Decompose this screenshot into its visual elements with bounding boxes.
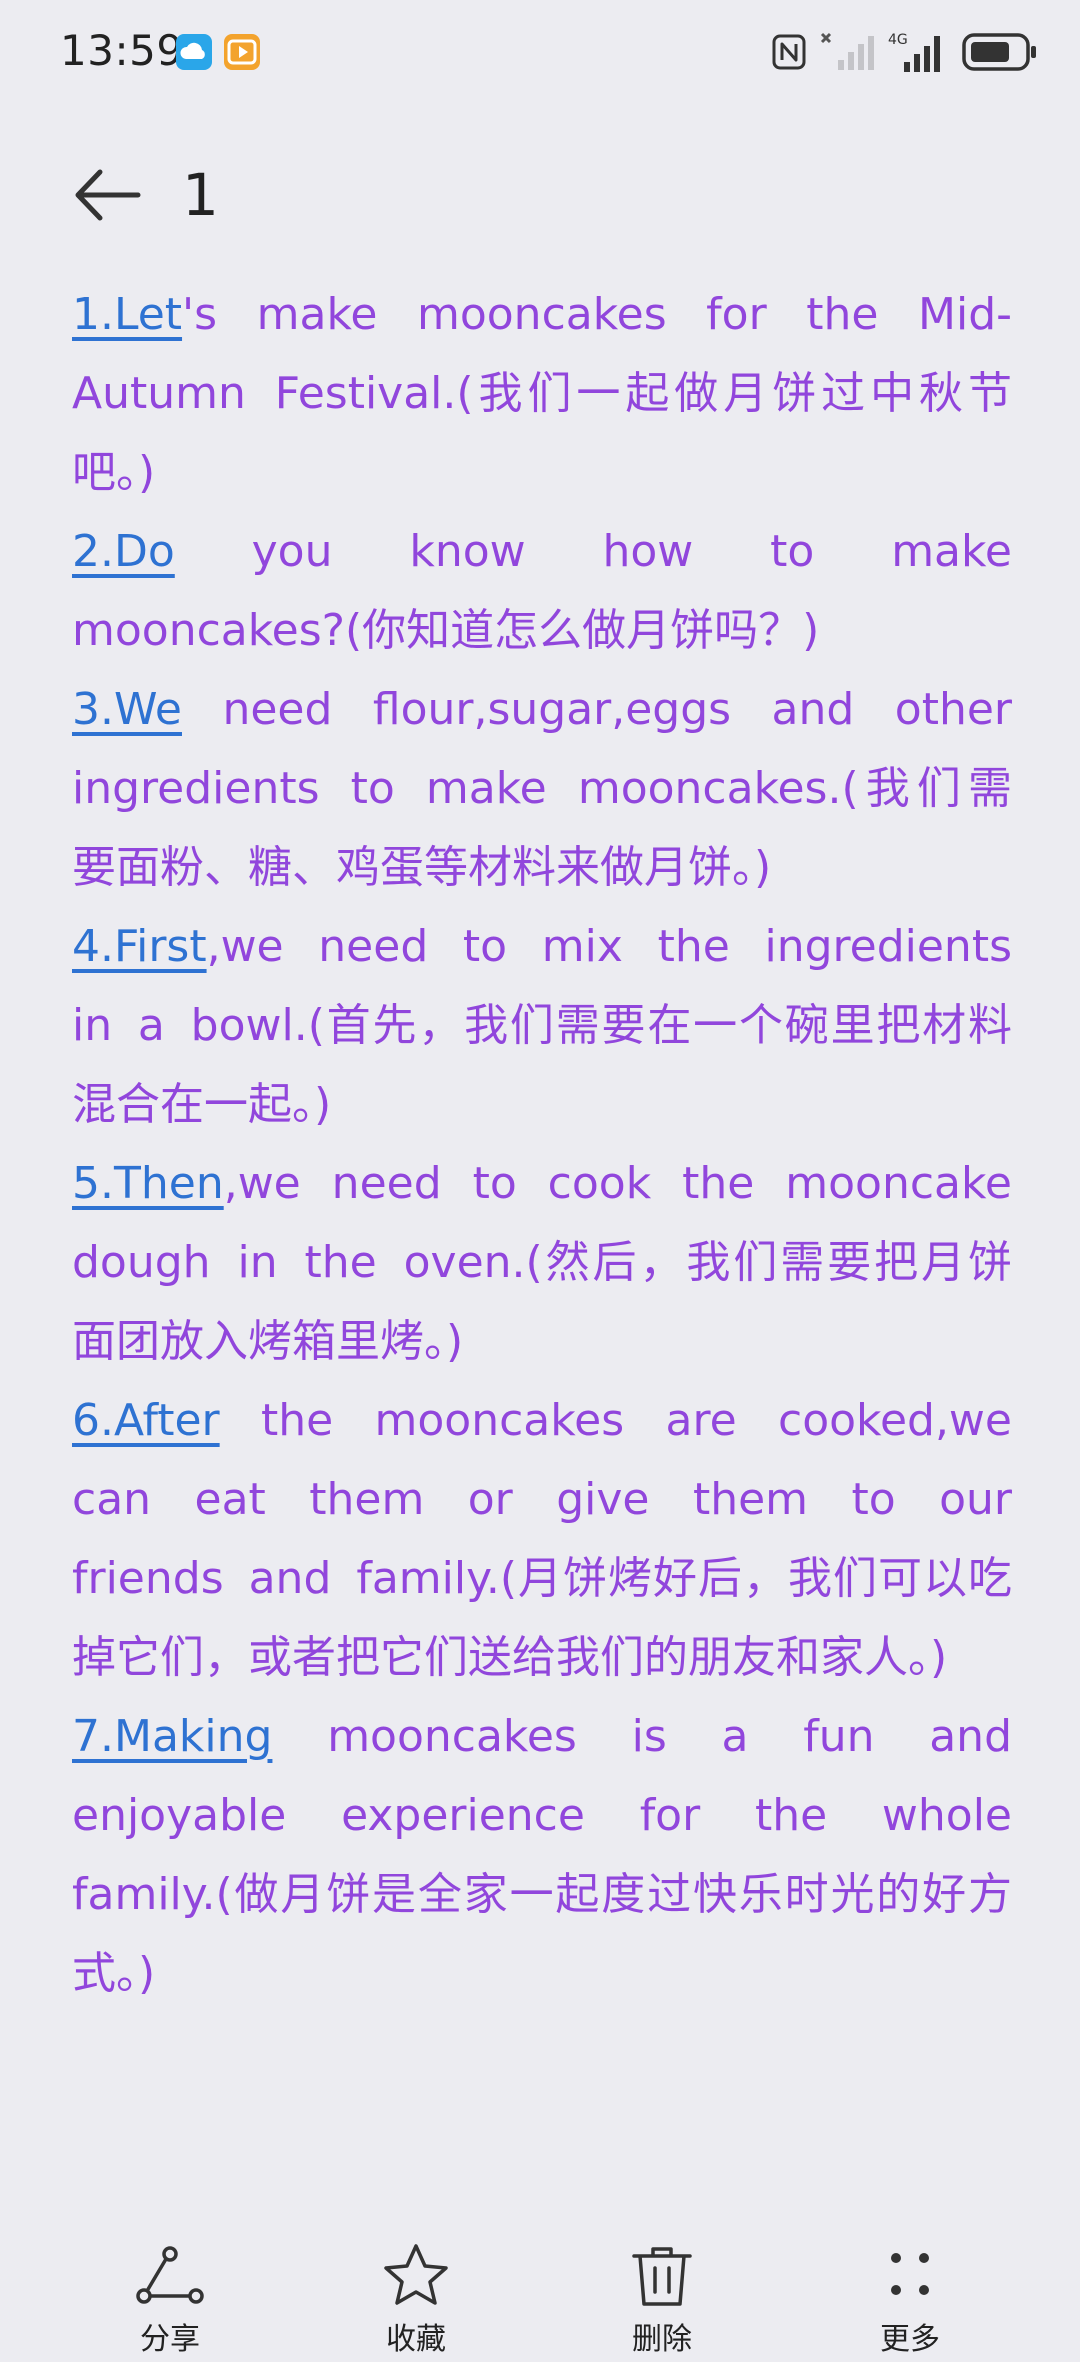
share-button[interactable]: 分享 bbox=[90, 2240, 250, 2360]
sentence-link[interactable]: 2.Do bbox=[72, 526, 175, 577]
sentence-2: 2.Do you know how to make mooncakes?(你知道… bbox=[72, 512, 1012, 670]
share-icon bbox=[136, 2246, 204, 2304]
favorite-button[interactable]: 收藏 bbox=[336, 2240, 496, 2360]
sentence-1: 1.Let's make mooncakes for the Mid-Autum… bbox=[72, 275, 1012, 512]
sentence-text: need flour,sugar,eggs and other ingredie… bbox=[72, 684, 1012, 893]
header: 1 bbox=[0, 140, 1080, 250]
sentence-6: 6.After the mooncakes are cooked,we can … bbox=[72, 1381, 1012, 1697]
delete-label: 删除 bbox=[632, 2322, 692, 2357]
sentence-link[interactable]: 4.First bbox=[72, 921, 207, 972]
more-dots-icon bbox=[891, 2253, 929, 2295]
sentence-text: ,we need to mix the ingredients in a bow… bbox=[72, 921, 1012, 1130]
sentence-link[interactable]: 6.After bbox=[72, 1395, 220, 1446]
star-icon bbox=[384, 2244, 448, 2305]
more-button[interactable]: 更多 bbox=[830, 2240, 990, 2360]
delete-button[interactable]: 删除 bbox=[582, 2240, 742, 2360]
sentence-5: 5.Then,we need to cook the mooncake doug… bbox=[72, 1144, 1012, 1381]
nfc-icon bbox=[772, 34, 806, 70]
sentence-link[interactable]: 1.Let bbox=[72, 289, 182, 340]
back-button[interactable] bbox=[70, 158, 144, 232]
cellular-signal-icon: 4G bbox=[888, 32, 940, 72]
sentence-3: 3.We need flour,sugar,eggs and other ing… bbox=[72, 670, 1012, 907]
bottom-toolbar: 分享 收藏 删除 更多 bbox=[0, 2230, 1080, 2362]
share-label: 分享 bbox=[140, 2322, 200, 2357]
video-app-icon bbox=[224, 34, 260, 70]
back-arrow-icon bbox=[75, 169, 141, 221]
sentence-7: 7.Making mooncakes is a fun and enjoyabl… bbox=[72, 1697, 1012, 2013]
sentence-link[interactable]: 7.Making bbox=[72, 1711, 272, 1762]
more-label: 更多 bbox=[880, 2322, 940, 2357]
no-signal-sim1-icon bbox=[820, 32, 874, 70]
favorite-label: 收藏 bbox=[386, 2322, 446, 2357]
status-bar: 13:59 4G bbox=[0, 0, 1080, 104]
sentence-link[interactable]: 3.We bbox=[72, 684, 182, 735]
sentence-text: you know how to make mooncakes?(你知道怎么做月饼… bbox=[72, 526, 1012, 656]
note-content: 1.Let's make mooncakes for the Mid-Autum… bbox=[72, 275, 1012, 2013]
sentence-4: 4.First,we need to mix the ingredients i… bbox=[72, 907, 1012, 1144]
cloud-app-icon bbox=[176, 34, 212, 70]
status-time: 13:59 bbox=[60, 26, 184, 75]
page-title: 1 bbox=[182, 161, 219, 229]
sentence-text: 's make mooncakes for the Mid-Autumn Fes… bbox=[72, 289, 1012, 498]
trash-icon bbox=[632, 2247, 692, 2306]
network-type-label: 4G bbox=[888, 32, 908, 48]
status-indicators: 4G bbox=[772, 28, 1038, 76]
sentence-link[interactable]: 5.Then bbox=[72, 1158, 224, 1209]
battery-icon bbox=[962, 33, 1036, 71]
